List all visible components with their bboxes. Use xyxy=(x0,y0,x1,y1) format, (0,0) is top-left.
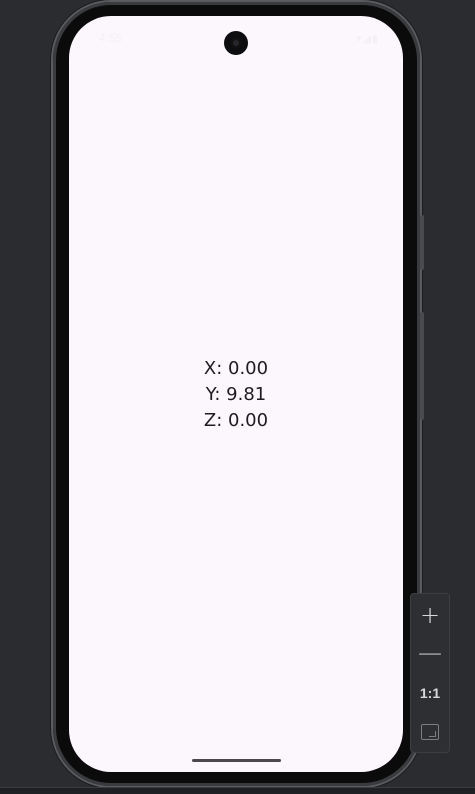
fit-screen-button[interactable] xyxy=(411,713,449,751)
zoom-reset-button[interactable]: 1:1 xyxy=(411,674,449,712)
x-value-label: X: 0.00 xyxy=(203,358,269,379)
sensor-readout: X: 0.00 Y: 9.81 Z: 0.00 xyxy=(69,356,403,434)
fit-screen-icon xyxy=(421,724,439,740)
power-button[interactable] xyxy=(420,215,424,270)
bottom-strip xyxy=(0,787,475,794)
front-camera xyxy=(224,31,248,55)
zoom-in-button[interactable]: + xyxy=(411,596,449,634)
camera-lens xyxy=(231,38,241,48)
status-time: 4:55 xyxy=(99,31,123,45)
z-value-label: Z: 0.00 xyxy=(203,410,269,431)
status-icons: ▾◢▮ xyxy=(355,32,379,45)
device-screen[interactable]: 4:55 ▾◢▮ X: 0.00 Y: 9.81 Z: 0.00 xyxy=(69,16,403,772)
home-indicator[interactable] xyxy=(192,759,281,762)
zoom-toolbar: + — 1:1 xyxy=(410,593,450,753)
zoom-out-button[interactable]: — xyxy=(411,634,449,672)
y-value-label: Y: 9.81 xyxy=(205,384,267,405)
emulator-stage: 4:55 ▾◢▮ X: 0.00 Y: 9.81 Z: 0.00 + — 1:1 xyxy=(0,0,475,794)
volume-buttons[interactable] xyxy=(420,312,424,420)
